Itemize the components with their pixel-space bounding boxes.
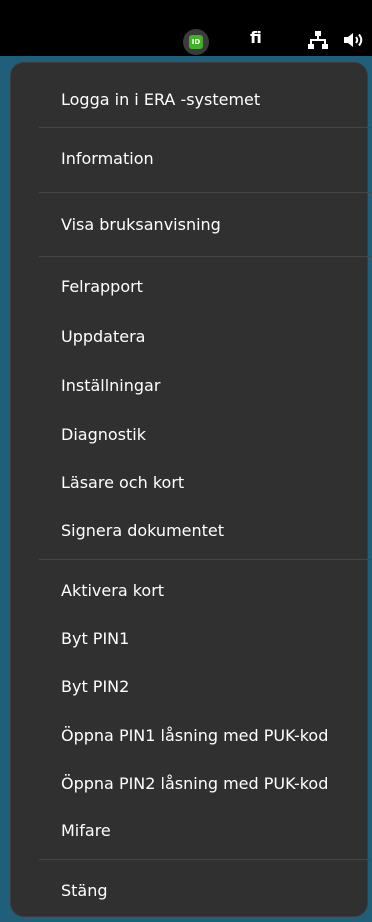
id-card-menu: Logga in i ERA -systemet Information Vis…: [10, 62, 371, 917]
menu-item-close[interactable]: Stäng: [61, 881, 108, 901]
menu-separator: [39, 256, 371, 257]
menu-item-bug-report[interactable]: Felrapport: [61, 277, 143, 297]
volume-icon[interactable]: [343, 31, 365, 49]
keyboard-language-indicator[interactable]: fi: [250, 28, 262, 48]
menu-item-unblock-pin2[interactable]: Öppna PIN2 låsning med PUK-kod: [61, 774, 328, 794]
menu-separator: [39, 192, 371, 193]
menu-separator: [39, 127, 371, 128]
menu-separator: [39, 559, 371, 560]
menu-item-readers-and-cards[interactable]: Läsare och kort: [61, 473, 184, 493]
menu-item-sign-document[interactable]: Signera dokumentet: [61, 521, 224, 541]
network-icon[interactable]: [308, 31, 328, 49]
id-badge: ID: [189, 35, 203, 49]
menu-item-settings[interactable]: Inställningar: [61, 376, 160, 396]
menu-item-diagnostics[interactable]: Diagnostik: [61, 425, 146, 445]
menu-item-change-pin1[interactable]: Byt PIN1: [61, 629, 129, 649]
menu-item-unblock-pin1[interactable]: Öppna PIN1 låsning med PUK-kod: [61, 726, 328, 746]
menu-item-login-era[interactable]: Logga in i ERA -systemet: [61, 90, 260, 110]
id-card-tray-icon[interactable]: ID: [183, 29, 209, 55]
menu-item-change-pin2[interactable]: Byt PIN2: [61, 677, 129, 697]
menu-item-activate-card[interactable]: Aktivera kort: [61, 581, 164, 601]
menu-separator: [39, 859, 371, 860]
menu-item-mifare[interactable]: Mifare: [61, 821, 111, 841]
menu-item-information[interactable]: Information: [61, 149, 154, 169]
menu-item-update[interactable]: Uppdatera: [61, 327, 145, 347]
menu-item-show-manual[interactable]: Visa bruksanvisning: [61, 215, 221, 235]
